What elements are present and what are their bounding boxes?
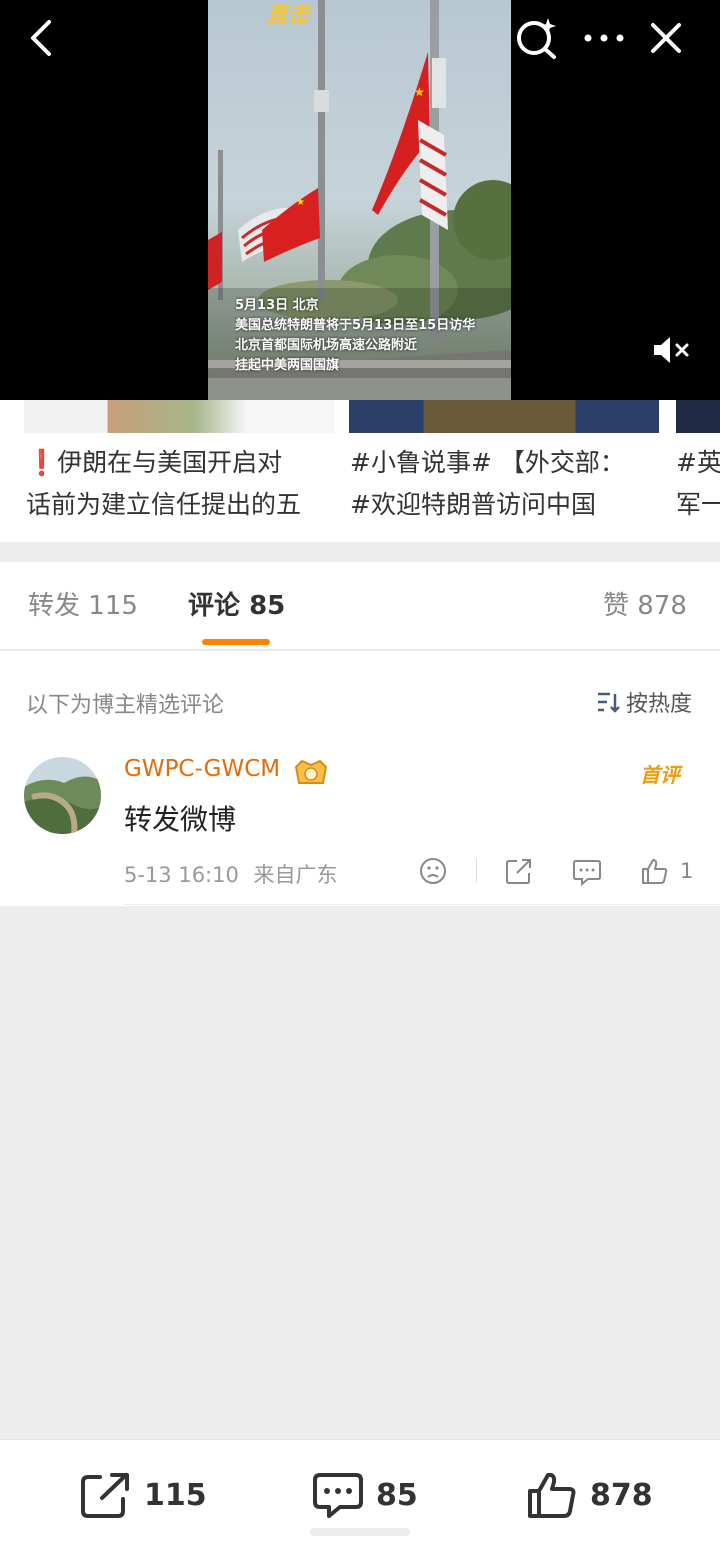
caption-line: 美国总统特朗普将于5月13日至15日访华 bbox=[235, 318, 476, 333]
chat-bubble-icon bbox=[573, 860, 601, 886]
alert-icon: ❗ bbox=[26, 448, 58, 477]
comment-location: 来自广东 bbox=[253, 863, 338, 887]
repost-count: 115 bbox=[144, 1477, 207, 1513]
search-button[interactable] bbox=[514, 16, 558, 60]
comment-username[interactable]: GWPC-GWCM bbox=[124, 756, 280, 782]
related-posts: ❗伊朗在与美国开启对 话前为建立信任提出的五 #小鲁说事# 【外交部： #欢迎特… bbox=[0, 400, 720, 542]
card-title: #小鲁说事# 【外交部： #欢迎特朗普访问中国 bbox=[350, 448, 625, 519]
avatar[interactable] bbox=[24, 757, 101, 834]
card-title: #英 军一 bbox=[676, 448, 720, 519]
great-wall-avatar-image bbox=[24, 757, 101, 834]
caption-line: 5月13日 北京 bbox=[235, 298, 319, 313]
share-icon bbox=[506, 859, 531, 884]
card-title: ❗伊朗在与美国开启对 话前为建立信任提出的五 bbox=[26, 448, 302, 519]
featured-comments-hint: 以下为博主精选评论 bbox=[26, 693, 225, 718]
home-indicator bbox=[310, 1528, 410, 1536]
caption-line: 北京首都国际机场高速公路附近 bbox=[235, 338, 418, 353]
sort-icon bbox=[598, 692, 620, 713]
comment-text: 转发微博 bbox=[124, 803, 237, 836]
comment-button[interactable]: 85 bbox=[312, 1470, 418, 1520]
card-thumbnail bbox=[24, 400, 334, 433]
card-thumbnail bbox=[349, 400, 659, 433]
comment-bubble-icon bbox=[313, 1473, 363, 1518]
sort-label: 按热度 bbox=[626, 692, 693, 717]
divider bbox=[124, 904, 720, 905]
comment-count: 85 bbox=[376, 1477, 418, 1513]
comments-section: 以下为博主精选评论 按热度 GWPC-GWCM 首评 转发微博 5-13 16:… bbox=[0, 651, 720, 906]
svg-text:★: ★ bbox=[296, 197, 305, 208]
caption-line: 挂起中美两国国旗 bbox=[235, 358, 340, 373]
tab-comments[interactable]: 评论 85 bbox=[188, 588, 285, 624]
dislike-button[interactable] bbox=[418, 855, 448, 887]
like-count: 878 bbox=[590, 1477, 653, 1513]
like-button[interactable]: 878 bbox=[526, 1470, 653, 1520]
interaction-tabs: 转发 115 评论 85 赞 878 bbox=[0, 562, 720, 650]
active-tab-indicator bbox=[202, 639, 270, 645]
action-divider bbox=[476, 859, 477, 883]
comment-meta: 5-13 16:10 来自广东 bbox=[124, 859, 338, 889]
first-comment-badge: 首评 bbox=[640, 763, 680, 787]
video-caption: 5月13日 北京 美国总统特朗普将于5月13日至15日访华 北京首都国际机场高速… bbox=[235, 296, 505, 376]
repost-share-icon bbox=[81, 1473, 129, 1518]
brand-watermark: 直击 bbox=[266, 3, 312, 28]
mute-button[interactable] bbox=[650, 330, 694, 370]
thumbs-up-icon bbox=[642, 859, 668, 884]
sad-face-icon bbox=[420, 858, 446, 884]
video-player[interactable]: ★ ★ 直击 5月13日 北京 美国总统特朗普将于5月13日至15日访华 北京首… bbox=[0, 0, 720, 400]
tab-likes[interactable]: 赞 878 bbox=[603, 588, 687, 624]
crown-badge-icon bbox=[292, 757, 330, 787]
close-icon bbox=[651, 23, 681, 53]
chevron-left-icon bbox=[31, 20, 51, 56]
tab-repost[interactable]: 转发 115 bbox=[28, 588, 138, 624]
reply-button[interactable] bbox=[572, 855, 602, 887]
search-sparkle-icon bbox=[517, 18, 556, 59]
video-frame[interactable]: ★ ★ 直击 5月13日 北京 美国总统特朗普将于5月13日至15日访华 北京首… bbox=[208, 0, 511, 400]
comment-time: 5-13 16:10 bbox=[124, 863, 239, 887]
card-thumbnail bbox=[676, 400, 720, 433]
bottom-action-bar: 115 85 878 bbox=[0, 1439, 720, 1547]
comment-like-button[interactable]: 1 bbox=[640, 855, 693, 887]
comment-share-button[interactable] bbox=[504, 855, 534, 887]
more-button[interactable] bbox=[582, 16, 626, 60]
repost-button[interactable]: 115 bbox=[80, 1470, 207, 1520]
more-dots-icon bbox=[584, 34, 624, 42]
svg-text:★: ★ bbox=[414, 85, 425, 99]
close-button[interactable] bbox=[644, 16, 688, 60]
speaker-muted-icon bbox=[654, 337, 689, 363]
thumbs-up-icon bbox=[528, 1472, 576, 1518]
back-button[interactable] bbox=[18, 16, 62, 60]
comment-like-count: 1 bbox=[680, 859, 694, 883]
sort-button[interactable]: 按热度 bbox=[596, 687, 692, 717]
